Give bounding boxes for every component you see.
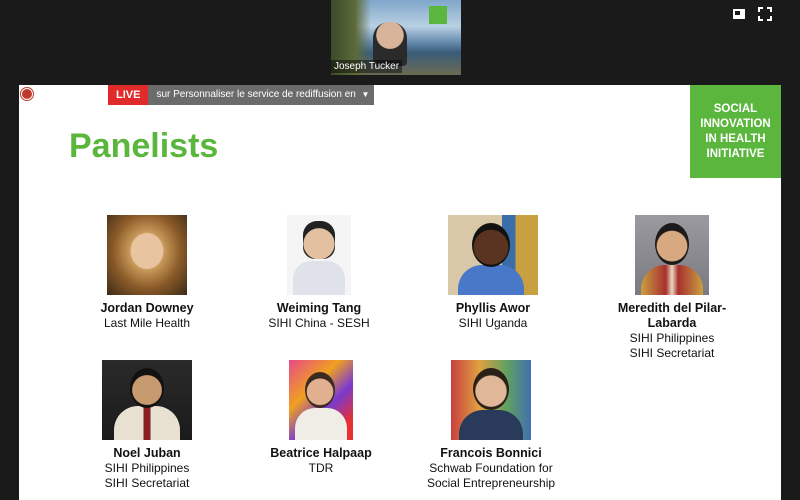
panelist-name: Phyllis Awor <box>455 301 531 315</box>
fullscreen-icon[interactable] <box>758 7 772 21</box>
panelist-card: Noel Juban SIHI Philippines SIHI Secreta… <box>77 360 217 491</box>
panelist-org: SIHI Secretariat <box>629 346 715 360</box>
panelist-name: Jordan Downey <box>100 301 194 315</box>
recording-indicator-icon <box>21 88 33 100</box>
livestream-service-select[interactable]: sur Personnaliser le service de rediffus… <box>148 85 375 120</box>
panelist-name: Noel Juban <box>113 446 181 460</box>
shared-screen-slide: LIVE sur Personnaliser le service de red… <box>19 85 781 500</box>
panelist-photo <box>107 215 187 295</box>
sihi-logo-icon <box>429 6 447 24</box>
panelist-card: Jordan Downey Last Mile Health <box>77 215 217 331</box>
panelist-photo <box>635 215 709 295</box>
participant-name: Joseph Tucker <box>331 60 403 73</box>
livestream-service-label: sur Personnaliser le service de rediffus… <box>156 89 356 120</box>
panelist-org: SIHI Philippines <box>629 331 715 345</box>
panelist-photo <box>448 215 538 295</box>
panelist-card: Beatrice Halpaap TDR <box>251 360 391 476</box>
panelist-photo <box>102 360 192 440</box>
brand-line: INITIATIVE <box>706 147 765 160</box>
panelist-photo <box>451 360 531 440</box>
panelist-card: Weiming Tang SIHI China - SESH <box>249 215 389 331</box>
brand-line: SOCIAL <box>713 102 758 115</box>
panelist-name: Francois Bonnici <box>440 446 542 460</box>
brand-line: IN HEALTH <box>705 132 766 145</box>
panelist-org: SIHI Uganda <box>458 316 528 330</box>
view-toggle-icon[interactable] <box>732 7 746 21</box>
participant-video-tile[interactable]: Joseph Tucker <box>331 0 461 75</box>
panelist-org: TDR <box>308 461 334 475</box>
panelist-photo <box>287 215 351 295</box>
sihi-brand-logo: SOCIAL INNOVATION IN HEALTH INITIATIVE <box>690 85 781 178</box>
panelist-org: Schwab Foundation for <box>429 461 553 475</box>
brand-line: INNOVATION <box>700 117 771 130</box>
live-badge: LIVE <box>108 85 149 105</box>
live-stream-bar[interactable]: LIVE sur Personnaliser le service de red… <box>108 85 375 120</box>
panelist-org: Last Mile Health <box>103 316 191 330</box>
panelist-card: Francois Bonnici Schwab Foundation for S… <box>413 360 569 491</box>
chevron-down-icon: ▼ <box>361 90 370 99</box>
panelist-org: SIHI Secretariat <box>104 476 190 490</box>
panelist-org: SIHI China - SESH <box>268 316 370 330</box>
panelist-card: Meredith del Pilar- Labarda SIHI Philipp… <box>597 215 747 361</box>
panelist-photo <box>289 360 353 440</box>
panelist-card: Phyllis Awor SIHI Uganda <box>423 215 563 331</box>
panelist-name: Meredith del Pilar- Labarda <box>617 301 727 330</box>
slide-title: Panelists <box>69 127 219 165</box>
panelist-org: SIHI Philippines <box>104 461 190 475</box>
panelist-name: Beatrice Halpaap <box>270 446 372 460</box>
panelist-org: Social Entrepreneurship <box>426 476 556 490</box>
panelist-name: Weiming Tang <box>276 301 362 315</box>
